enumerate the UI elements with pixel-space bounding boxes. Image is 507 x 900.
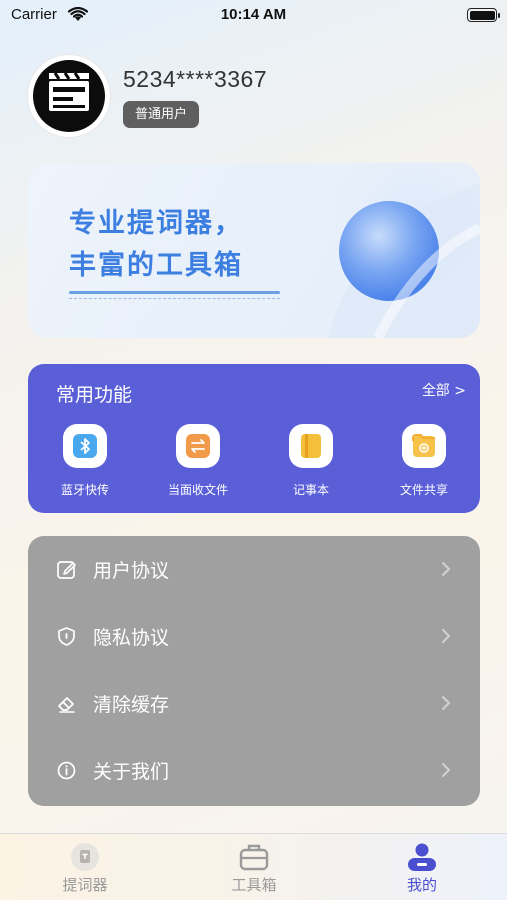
feature-label: 蓝牙快传 (60, 483, 109, 497)
feature-notebook[interactable]: 记事本 (261, 424, 361, 498)
banner-headline-2: 丰富的工具箱 (69, 250, 243, 281)
menu-item-privacy-policy[interactable]: 隐私协议 (28, 603, 480, 670)
chevron-right-icon (442, 763, 450, 777)
feature-bluetooth-transfer[interactable]: 蓝牙快传 (35, 424, 135, 498)
clapperboard-icon (33, 60, 105, 132)
bluetooth-icon (63, 424, 107, 468)
banner-dashed-line (69, 298, 280, 299)
tab-prompter[interactable]: 提词器 (25, 834, 145, 900)
transfer-icon (176, 424, 220, 468)
status-time: 10:14 AM (220, 6, 287, 23)
feature-label: 记事本 (292, 483, 329, 497)
edit-icon (57, 561, 76, 579)
banner-underline (69, 291, 280, 294)
menu-item-user-agreement[interactable]: 用户协议 (28, 536, 480, 603)
menu-item-label: 清除缓存 (93, 694, 170, 716)
notebook-icon (289, 424, 333, 468)
chevron-right-icon (442, 696, 450, 710)
feature-file-share[interactable]: 文件共享 (374, 424, 474, 498)
eraser-icon (58, 697, 75, 713)
shield-icon (58, 627, 75, 646)
profile-icon (408, 843, 436, 871)
info-icon (57, 761, 76, 780)
chevron-right-icon (442, 562, 450, 576)
tab-bar: 提词器 工具箱 我的 (0, 833, 507, 900)
file-share-icon (402, 424, 446, 468)
tab-label: 我的 (406, 876, 437, 894)
toolbox-icon (239, 844, 269, 871)
feature-label: 文件共享 (399, 483, 448, 497)
settings-menu: 用户协议 隐私协议 清除缓存 关于我们 (28, 536, 480, 806)
menu-item-label: 关于我们 (93, 761, 170, 783)
menu-item-label: 隐私协议 (93, 627, 170, 649)
tab-mine[interactable]: 我的 (362, 834, 482, 900)
feature-receive-file[interactable]: 当面收文件 (148, 424, 248, 498)
menu-item-clear-cache[interactable]: 清除缓存 (28, 670, 480, 737)
user-type-badge: 普通用户 (123, 101, 200, 128)
chevron-right-icon (442, 629, 450, 643)
prompter-icon (71, 843, 99, 871)
feature-label: 当面收文件 (167, 483, 228, 497)
menu-item-label: 用户协议 (93, 560, 170, 582)
phone-number: 5234****3367 (123, 66, 268, 92)
status-bar: Carrier 10:14 AM (0, 0, 507, 32)
tab-toolbox[interactable]: 工具箱 (194, 834, 314, 900)
features-all-link[interactable]: 全部 > (422, 380, 466, 400)
menu-item-about-us[interactable]: 关于我们 (28, 737, 480, 804)
tab-label: 提词器 (62, 876, 108, 894)
battery-icon (467, 8, 500, 22)
banner-headline-1: 专业提词器， (69, 208, 243, 239)
avatar[interactable] (28, 55, 110, 137)
common-features-card: 常用功能 全部 > 蓝牙快传 当面收文件 记事本 文件共享 (28, 364, 480, 513)
tab-label: 工具箱 (231, 876, 277, 894)
promo-banner[interactable]: 专业提词器， 丰富的工具箱 (28, 163, 480, 338)
features-title: 常用功能 (56, 384, 133, 406)
